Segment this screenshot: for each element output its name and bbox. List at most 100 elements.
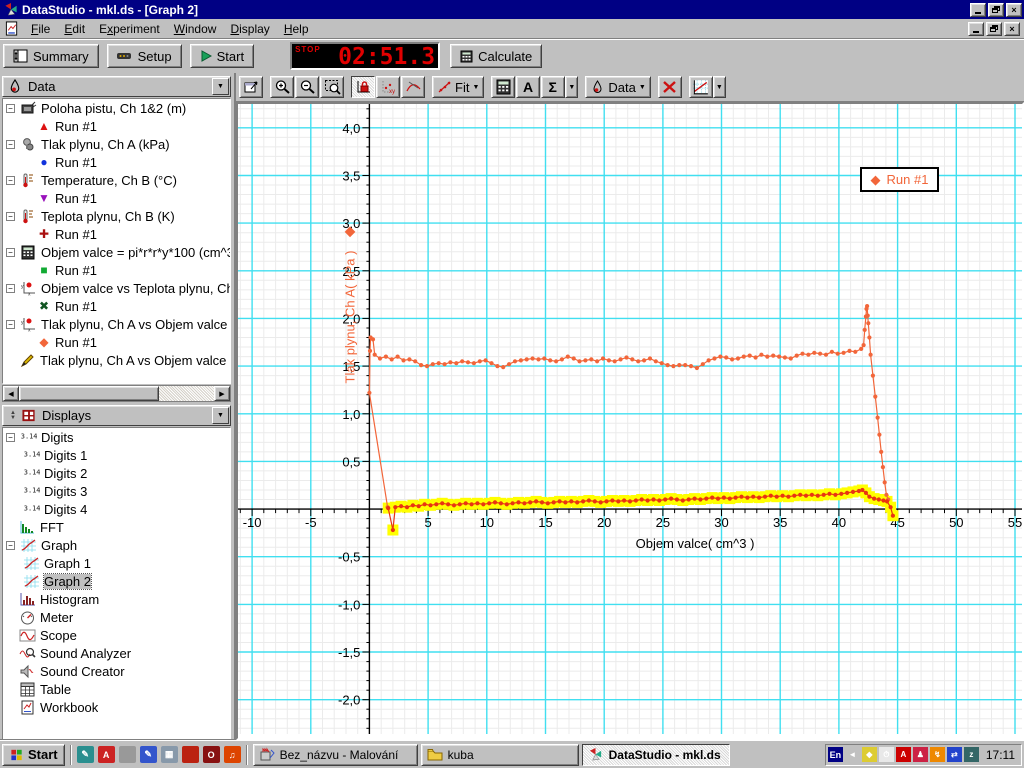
display-type-item[interactable]: Workbook [3,698,230,716]
menu-window[interactable]: Window [167,20,224,38]
data-source-item[interactable]: − Objem valce = pi*r*r*y*100 (cm^3) [3,243,230,261]
run-item[interactable]: ▼ Run #1 [3,189,230,207]
connect-icon[interactable]: z [964,747,979,762]
dragon-icon[interactable] [182,746,199,763]
data-source-item[interactable]: − yx Objem valce vs Teplota plynu, Ch [3,279,230,297]
scheduler-icon[interactable]: ⏱ [879,747,894,762]
run-item[interactable]: ■ Run #1 [3,261,230,279]
displays-panel-header[interactable]: ▲▼ Displays ▼ [2,405,231,426]
data-source-item[interactable]: − Teplota plynu, Ch B (K) [3,207,230,225]
restore-button[interactable] [988,3,1004,17]
language-indicator[interactable]: En [828,747,843,762]
opera-icon[interactable]: O [203,746,220,763]
run-item[interactable]: ◆ Run #1 [3,333,230,351]
display-type-item[interactable]: Table [3,680,230,698]
legend[interactable]: ◆ Run #1 [860,167,939,192]
ati-icon[interactable]: A [896,747,911,762]
plot-area[interactable]: -10-55101520253035404550554,03,53,02,52,… [236,102,1024,740]
winamp-icon[interactable]: ♫ [224,746,241,763]
collapse-toggle[interactable]: − [6,248,15,257]
display-type-item[interactable]: − Graph [3,536,230,554]
power-icon[interactable]: ↯ [930,747,945,762]
summary-button[interactable]: Summary [3,44,99,68]
y-axis-series-marker[interactable]: ◆ [345,223,356,240]
data-panel-menu-button[interactable]: ▼ [212,78,229,95]
collapse-toggle[interactable]: − [6,284,15,293]
collapse-toggle[interactable]: − [6,176,15,185]
display-type-item[interactable]: Meter [3,608,230,626]
text-annotation-button[interactable]: A [516,76,540,98]
mdi-restore-button[interactable] [986,22,1002,36]
display-type-item[interactable]: FFT [3,518,230,536]
sync-icon[interactable]: ⇄ [947,747,962,762]
ink-pen-icon[interactable]: ✎ [140,746,157,763]
data-panel-header[interactable]: Data ▼ [2,76,231,97]
slope-tool-button[interactable]: xy [376,76,400,98]
start-button[interactable]: Start [190,44,254,68]
remove-button[interactable] [658,76,682,98]
calculate-button[interactable] [491,76,515,98]
data-tree-hscrollbar[interactable]: ◀ ▶ [2,385,231,402]
menu-experiment[interactable]: Experiment [92,20,167,38]
smart-tool-button[interactable] [351,76,375,98]
acrobat-icon[interactable]: A [98,746,115,763]
displays-panel-menu-button[interactable]: ▼ [212,407,229,424]
task-button-datastudio-mkl-ds-[interactable]: DataStudio - mkl.ds - ... [582,744,730,766]
zoom-select-button[interactable] [320,76,344,98]
volume-icon[interactable]: ◄ [845,747,860,762]
display-item-digits-4[interactable]: 3.14 Digits 4 [3,500,230,518]
scale-to-fit-button[interactable] [239,76,263,98]
display-item-graph-2[interactable]: Graph 2 [3,572,230,590]
run-item[interactable]: ● Run #1 [3,153,230,171]
display-type-item[interactable]: Sound Creator [3,662,230,680]
scroll-thumb[interactable] [19,386,159,401]
task-button-kuba[interactable]: kuba [421,744,579,766]
fit-menu-button[interactable]: Fit▼ [432,76,484,98]
graph-settings-dropdown-button[interactable]: ▼ [713,76,726,98]
display-type-item[interactable]: − 3.14 Digits [3,428,230,446]
setup-button[interactable]: Setup [107,44,182,68]
graph-settings-button[interactable] [689,76,713,98]
data-source-item[interactable]: − Poloha pistu, Ch 1&2 (m) [3,99,230,117]
x-axis-title[interactable]: Objem valce( cm^3 ) [636,536,755,551]
zoom-in-button[interactable] [270,76,294,98]
close-button[interactable]: × [1006,3,1022,17]
data-source-item[interactable]: − Tlak plynu, Ch A (kPa) [3,135,230,153]
data-source-item[interactable]: Tlak plynu, Ch A vs Objem valce [3,351,230,369]
y-axis-title[interactable]: Tlak plynu, Ch A( kPa ) [343,251,358,384]
mdi-minimize-button[interactable] [968,22,984,36]
tangent-tool-button[interactable] [401,76,425,98]
show-desktop-icon[interactable]: ✎ [77,746,94,763]
task-button-bez-n-zvu-malov-n-[interactable]: Bez_názvu - Malování [253,744,418,766]
collapse-toggle[interactable]: − [6,541,15,550]
clock[interactable]: 17:11 [986,748,1015,762]
minimize-button[interactable] [970,3,986,17]
collapse-toggle[interactable]: − [6,433,15,442]
display-type-item[interactable]: Scope [3,626,230,644]
display-item-digits-1[interactable]: 3.14 Digits 1 [3,446,230,464]
data-source-item[interactable]: − yx Tlak plynu, Ch A vs Objem valce [3,315,230,333]
mdi-close-button[interactable]: × [1004,22,1020,36]
scroll-right-button[interactable]: ▶ [214,386,230,401]
display-type-item[interactable]: Sound Analyzer [3,644,230,662]
display-item-digits-2[interactable]: 3.14 Digits 2 [3,464,230,482]
chart-canvas[interactable]: -10-55101520253035404550554,03,53,02,52,… [238,104,1022,734]
scroll-left-button[interactable]: ◀ [3,386,19,401]
zoom-out-button[interactable] [295,76,319,98]
statistics-dropdown-button[interactable]: ▼ [565,76,578,98]
calculator-icon[interactable]: ▦ [161,746,178,763]
bird-icon[interactable] [119,746,136,763]
display-type-item[interactable]: Histogram [3,590,230,608]
calculate-button[interactable]: Calculate [450,44,542,68]
panel-splitter-icon[interactable]: ▲▼ [7,411,19,421]
data-source-item[interactable]: − Temperature, Ch B (°C) [3,171,230,189]
run-item[interactable]: ▲ Run #1 [3,117,230,135]
collapse-toggle[interactable]: − [6,104,15,113]
collapse-toggle[interactable]: − [6,212,15,221]
menu-display[interactable]: Display [223,20,276,38]
note-icon[interactable]: ◆ [862,747,877,762]
statistics-button[interactable]: Σ [541,76,565,98]
collapse-toggle[interactable]: − [6,140,15,149]
display-item-graph-1[interactable]: Graph 1 [3,554,230,572]
display-item-digits-3[interactable]: 3.14 Digits 3 [3,482,230,500]
